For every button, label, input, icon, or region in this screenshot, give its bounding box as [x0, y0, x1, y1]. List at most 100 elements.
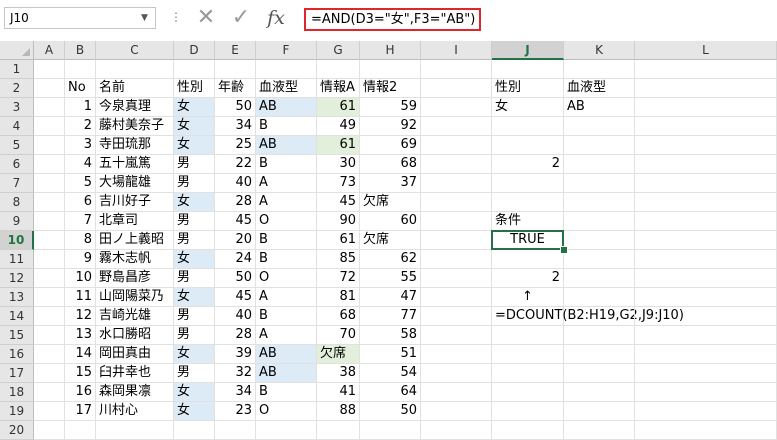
cell-d6[interactable]: 男 — [174, 155, 215, 174]
cell-f5[interactable]: AB — [256, 136, 317, 155]
row-header-12[interactable]: 12 — [0, 269, 34, 288]
column-header-k[interactable]: K — [564, 41, 635, 60]
cell-h19[interactable]: 50 — [360, 402, 421, 421]
cell-e11[interactable]: 24 — [215, 250, 256, 269]
cell-f10[interactable]: B — [256, 231, 317, 250]
cell-j6[interactable]: 2 — [492, 155, 564, 174]
column-header-g[interactable]: G — [317, 41, 360, 60]
cell-j11[interactable] — [492, 250, 564, 269]
cell-k3[interactable]: AB — [564, 98, 635, 117]
cell-j1[interactable] — [492, 60, 564, 79]
cell-h10[interactable]: 欠席 — [360, 231, 421, 250]
cell-g5[interactable]: 61 — [317, 136, 360, 155]
row-header-20[interactable]: 20 — [0, 421, 34, 440]
cell-i5[interactable] — [421, 136, 492, 155]
cell-e16[interactable]: 39 — [215, 345, 256, 364]
cell-b19[interactable]: 17 — [65, 402, 96, 421]
cell-k19[interactable] — [564, 402, 635, 421]
column-header-j[interactable]: J — [492, 41, 564, 60]
cell-i3[interactable] — [421, 98, 492, 117]
cell-h14[interactable]: 77 — [360, 307, 421, 326]
cell-h12[interactable]: 55 — [360, 269, 421, 288]
cell-d2[interactable]: 性別 — [174, 79, 215, 98]
cell-d17[interactable]: 男 — [174, 364, 215, 383]
cell-c19[interactable]: 川村心 — [96, 402, 174, 421]
cell-c14[interactable]: 吉崎光雄 — [96, 307, 174, 326]
cell-g11[interactable]: 85 — [317, 250, 360, 269]
cell-k20[interactable] — [564, 421, 635, 440]
cell-d19[interactable]: 女 — [174, 402, 215, 421]
cell-k15[interactable] — [564, 326, 635, 345]
cell-a11[interactable] — [34, 250, 65, 269]
cell-h11[interactable]: 62 — [360, 250, 421, 269]
cell-a19[interactable] — [34, 402, 65, 421]
row-header-3[interactable]: 3 — [0, 98, 34, 117]
name-box[interactable]: J10 — [4, 7, 156, 29]
cell-f6[interactable]: B — [256, 155, 317, 174]
column-header-l[interactable]: L — [635, 41, 777, 60]
x-icon[interactable]: ✕ — [194, 6, 218, 30]
cell-d15[interactable]: 男 — [174, 326, 215, 345]
cell-i11[interactable] — [421, 250, 492, 269]
cell-d8[interactable]: 女 — [174, 193, 215, 212]
cell-d11[interactable]: 女 — [174, 250, 215, 269]
row-header-19[interactable]: 19 — [0, 402, 34, 421]
cell-d5[interactable]: 女 — [174, 136, 215, 155]
cell-g16[interactable]: 欠席 — [317, 345, 360, 364]
cell-j4[interactable] — [492, 117, 564, 136]
cell-f15[interactable]: A — [256, 326, 317, 345]
cell-a16[interactable] — [34, 345, 65, 364]
cell-i6[interactable] — [421, 155, 492, 174]
cell-l2[interactable] — [635, 79, 777, 98]
cell-f18[interactable]: B — [256, 383, 317, 402]
cell-d16[interactable]: 女 — [174, 345, 215, 364]
formula-input[interactable]: =AND(D3="女",F3="AB") — [304, 8, 481, 31]
row-header-5[interactable]: 5 — [0, 136, 34, 155]
cell-k12[interactable] — [564, 269, 635, 288]
cell-l13[interactable] — [635, 288, 777, 307]
cell-i8[interactable] — [421, 193, 492, 212]
cell-f16[interactable]: AB — [256, 345, 317, 364]
cell-j18[interactable] — [492, 383, 564, 402]
cell-k1[interactable] — [564, 60, 635, 79]
cell-j7[interactable] — [492, 174, 564, 193]
cell-c9[interactable]: 北章司 — [96, 212, 174, 231]
cell-f8[interactable]: A — [256, 193, 317, 212]
cell-a13[interactable] — [34, 288, 65, 307]
cell-e13[interactable]: 45 — [215, 288, 256, 307]
cell-f19[interactable]: O — [256, 402, 317, 421]
cell-k7[interactable] — [564, 174, 635, 193]
cell-b16[interactable]: 14 — [65, 345, 96, 364]
row-header-7[interactable]: 7 — [0, 174, 34, 193]
cell-g8[interactable]: 45 — [317, 193, 360, 212]
cell-a12[interactable] — [34, 269, 65, 288]
cell-d7[interactable]: 男 — [174, 174, 215, 193]
row-header-18[interactable]: 18 — [0, 383, 34, 402]
cell-j5[interactable] — [492, 136, 564, 155]
cell-i15[interactable] — [421, 326, 492, 345]
cell-j3[interactable]: 女 — [492, 98, 564, 117]
cell-j16[interactable] — [492, 345, 564, 364]
cell-i12[interactable] — [421, 269, 492, 288]
cell-b14[interactable]: 12 — [65, 307, 96, 326]
cell-h16[interactable]: 51 — [360, 345, 421, 364]
cell-g10[interactable]: 61 — [317, 231, 360, 250]
cell-d1[interactable] — [174, 60, 215, 79]
cell-e5[interactable]: 25 — [215, 136, 256, 155]
cell-c18[interactable]: 森岡果凛 — [96, 383, 174, 402]
row-header-15[interactable]: 15 — [0, 326, 34, 345]
cell-a5[interactable] — [34, 136, 65, 155]
cell-b13[interactable]: 11 — [65, 288, 96, 307]
cell-b1[interactable] — [65, 60, 96, 79]
cell-a6[interactable] — [34, 155, 65, 174]
cell-e10[interactable]: 20 — [215, 231, 256, 250]
cell-i20[interactable] — [421, 421, 492, 440]
row-header-14[interactable]: 14 — [0, 307, 34, 326]
cell-c2[interactable]: 名前 — [96, 79, 174, 98]
cell-g1[interactable] — [317, 60, 360, 79]
cell-f1[interactable] — [256, 60, 317, 79]
cell-l11[interactable] — [635, 250, 777, 269]
cell-j14[interactable]: =DCOUNT(B2:H19,G2,J9:J10) — [492, 307, 684, 326]
cell-f2[interactable]: 血液型 — [256, 79, 317, 98]
cell-k5[interactable] — [564, 136, 635, 155]
